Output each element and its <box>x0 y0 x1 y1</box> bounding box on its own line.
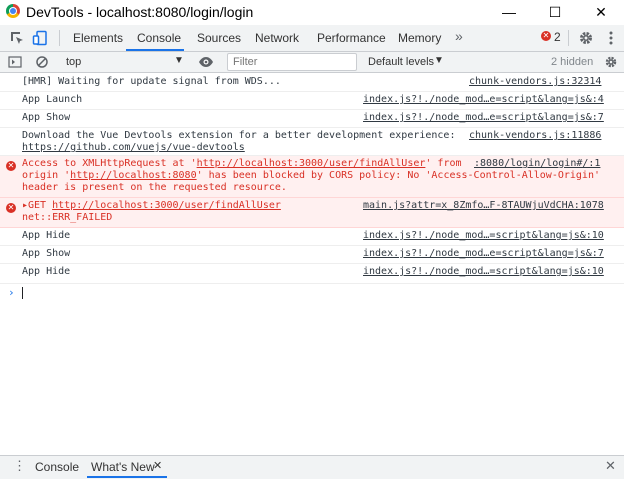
device-toolbar-icon[interactable] <box>32 30 48 46</box>
message-text: App Show <box>22 248 71 259</box>
log-levels-dropdown[interactable]: Default levels <box>368 56 434 68</box>
live-expression-eye-icon[interactable] <box>198 56 214 68</box>
console-error-message: ✕ Access to XMLHttpRequest at 'http://lo… <box>0 156 624 198</box>
active-tab-indicator <box>126 49 184 51</box>
expand-request-toggle[interactable]: ▸GET <box>22 200 52 211</box>
tab-performance[interactable]: Performance <box>317 31 386 45</box>
hidden-messages-count: 2 hidden <box>551 56 594 68</box>
error-count[interactable]: 2 <box>554 30 561 44</box>
console-message: App Launch index.js?!./node_mod…e=script… <box>0 92 624 110</box>
toolbar-divider <box>568 30 569 46</box>
drawer-tab-whats-new[interactable]: What's New <box>91 460 155 474</box>
inspect-element-icon[interactable] <box>9 30 25 46</box>
maximize-button[interactable]: ☐ <box>532 0 578 24</box>
message-text: App Hide <box>22 266 71 277</box>
source-link[interactable]: chunk-vendors.js:32314 <box>469 76 601 88</box>
console-settings-gear-icon[interactable] <box>604 55 618 69</box>
message-text: Download the Vue Devtools extension for … <box>22 130 456 153</box>
console-message: App Show index.js?!./node_mod…e=script&l… <box>0 246 624 264</box>
console-message: [HMR] Waiting for update signal from WDS… <box>0 74 624 92</box>
vue-devtools-link[interactable]: https://github.com/vuejs/vue-devtools <box>22 142 245 153</box>
drawer-menu-icon[interactable]: ⋮ <box>13 458 26 474</box>
window-title: DevTools - localhost:8080/login/login <box>26 4 254 20</box>
tab-elements[interactable]: Elements <box>73 31 123 45</box>
source-link[interactable]: :8080/login/login#/:1 <box>474 158 600 170</box>
error-icon: ✕ <box>6 161 16 171</box>
minimize-button[interactable]: — <box>486 0 532 24</box>
toolbar-divider <box>59 30 60 46</box>
request-url-link[interactable]: http://localhost:3000/user/findAllUser <box>52 200 281 211</box>
source-link[interactable]: chunk-vendors.js:11886 <box>469 130 601 142</box>
console-error-message: ✕ ▸GET http://localhost:3000/user/findAl… <box>0 198 624 228</box>
more-tabs-chevron-icon[interactable]: » <box>455 28 463 44</box>
request-url-link[interactable]: http://localhost:3000/user/findAllUser <box>197 158 426 169</box>
source-link[interactable]: index.js?!./node_mod…e=script&lang=js&:7 <box>363 248 604 260</box>
error-count-icon[interactable]: ✕ <box>541 31 551 41</box>
close-tab-icon[interactable]: ✕ <box>153 459 162 472</box>
tab-sources[interactable]: Sources <box>197 31 241 45</box>
levels-dropdown-arrow-icon: ▼ <box>434 55 444 66</box>
console-message: Download the Vue Devtools extension for … <box>0 128 624 156</box>
source-link[interactable]: main.js?attr=x_8Zmfo…F-8TAUWjuVdCHA:1078 <box>363 200 604 212</box>
tab-console[interactable]: Console <box>137 31 181 45</box>
context-dropdown-arrow-icon: ▼ <box>174 55 184 66</box>
console-message: App Hide index.js?!./node_mod…=script&la… <box>0 228 624 246</box>
message-text: App Hide <box>22 230 71 241</box>
error-text: ▸GET http://localhost:3000/user/findAllU… <box>22 200 281 223</box>
context-selector-label: top <box>66 56 82 68</box>
source-link[interactable]: index.js?!./node_mod…e=script&lang=js&:4 <box>363 94 604 106</box>
tab-memory[interactable]: Memory <box>398 31 441 45</box>
clear-console-icon[interactable] <box>35 55 49 69</box>
console-message: App Show index.js?!./node_mod…e=script&l… <box>0 110 624 128</box>
message-text: [HMR] Waiting for update signal from WDS… <box>22 76 281 87</box>
show-sidebar-icon[interactable] <box>8 55 22 69</box>
message-text: App Show <box>22 112 71 123</box>
drawer-tab-console[interactable]: Console <box>35 460 79 474</box>
more-options-icon[interactable] <box>603 30 619 46</box>
close-drawer-icon[interactable]: ✕ <box>605 458 616 474</box>
settings-gear-icon[interactable] <box>578 30 594 46</box>
source-link[interactable]: index.js?!./node_mod…=script&lang=js&:10 <box>363 230 604 242</box>
origin-link[interactable]: http://localhost:8080 <box>70 170 196 181</box>
tab-network[interactable]: Network <box>255 31 299 45</box>
error-icon: ✕ <box>6 203 16 213</box>
message-text: App Launch <box>22 94 83 105</box>
source-link[interactable]: index.js?!./node_mod…e=script&lang=js&:7 <box>363 112 604 124</box>
console-message: App Hide index.js?!./node_mod…=script&la… <box>0 264 624 284</box>
console-input-caret[interactable] <box>22 287 23 299</box>
source-link[interactable]: index.js?!./node_mod…=script&lang=js&:10 <box>363 266 604 278</box>
chrome-logo-icon <box>6 4 20 18</box>
close-window-button[interactable]: ✕ <box>578 0 624 24</box>
console-prompt-icon: › <box>8 286 15 299</box>
filter-input[interactable] <box>227 53 357 71</box>
